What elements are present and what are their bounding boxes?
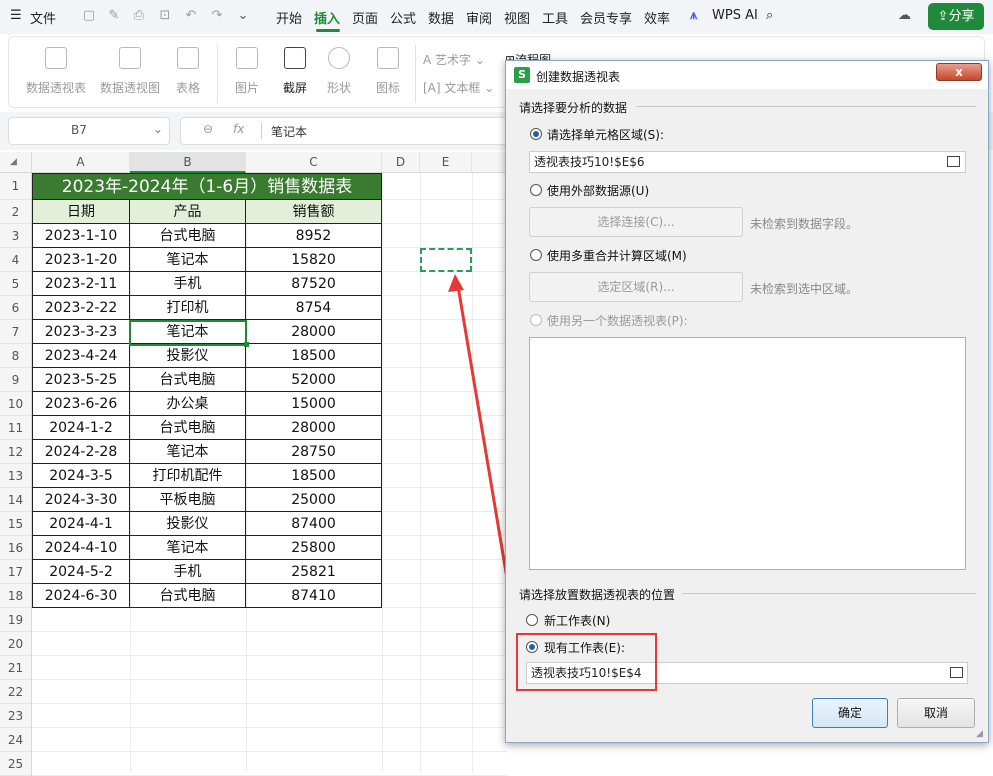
radio-external[interactable] [530, 184, 542, 196]
select-range-button[interactable]: 选定区域(R)... [529, 272, 743, 302]
no-fields-text: 未检索到数据字段。 [750, 217, 859, 231]
create-pivot-dialog: S 创建数据透视表 x 请选择要分析的数据 请选择单元格区域(S): 透视表技巧… [505, 60, 989, 743]
location-picker-icon[interactable] [950, 667, 963, 678]
ok-button[interactable]: 确定 [812, 698, 888, 728]
dialog-title: 创建数据透视表 [536, 70, 621, 84]
arrow-head [448, 274, 464, 292]
radio-external-label: 使用外部数据源(U) [547, 184, 650, 198]
radio-multi[interactable] [530, 249, 542, 261]
radio-multi-label: 使用多重合并计算区域(M) [547, 249, 687, 263]
cancel-button[interactable]: 取消 [897, 698, 975, 728]
section-label-place: 请选择放置数据透视表的位置 [519, 588, 676, 602]
select-connection-button[interactable]: 选择连接(C)... [529, 207, 743, 237]
highlight-box [516, 633, 657, 691]
close-button[interactable]: x [936, 63, 982, 81]
close-icon: x [955, 65, 963, 79]
pivot-list-box[interactable] [529, 337, 966, 570]
range-input-value: 透视表技巧10!$E$6 [534, 155, 645, 169]
range-picker-icon[interactable] [947, 156, 960, 167]
radio-new-sheet-label: 新工作表(N) [544, 614, 611, 628]
radio-other-pivot-label: 使用另一个数据透视表(P): [547, 314, 688, 328]
radio-range[interactable] [530, 128, 542, 140]
range-input[interactable]: 透视表技巧10!$E$6 [529, 151, 966, 173]
divider [636, 106, 976, 107]
radio-range-label: 请选择单元格区域(S): [547, 128, 665, 142]
no-region-text: 未检索到选中区域。 [750, 282, 859, 296]
section-label-source: 请选择要分析的数据 [519, 101, 628, 115]
divider [682, 593, 976, 594]
dialog-titlebar[interactable]: S 创建数据透视表 x [506, 61, 988, 89]
wps-sheet-icon: S [514, 67, 530, 83]
resize-grip-icon[interactable]: ◢ [976, 729, 983, 739]
radio-new-sheet[interactable] [526, 614, 538, 626]
radio-other-pivot [530, 314, 542, 326]
